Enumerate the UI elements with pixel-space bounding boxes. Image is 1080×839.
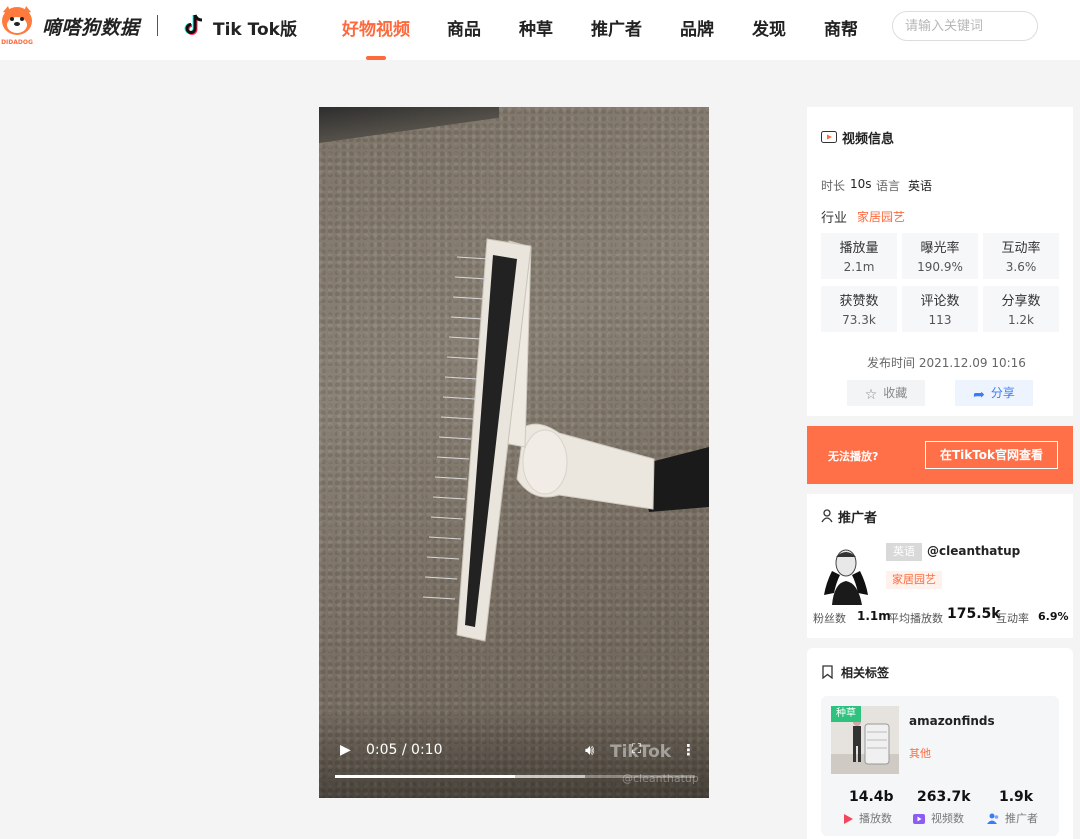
video-time: 0:05 / 0:10	[366, 742, 443, 758]
duration-value: 10s	[850, 177, 872, 191]
svg-text:DIDADOG: DIDADOG	[1, 39, 33, 46]
bookmark-icon	[822, 665, 833, 679]
video-info-title: 视频信息	[842, 132, 895, 147]
tag-promoter-label: 推广者	[1005, 812, 1038, 825]
tag-video-label-wrap: 视频数	[913, 810, 964, 826]
stat-likes: 获赞数 73.3k	[821, 286, 897, 332]
promoter-language-tag: 英语	[886, 543, 922, 561]
nav-brands[interactable]: 品牌	[680, 15, 714, 40]
video-frame-image	[422, 238, 709, 642]
stat-comments: 评论数 113	[902, 286, 978, 332]
volume-icon[interactable]: 🔊︎	[585, 741, 594, 759]
publish-time: 发布时间 2021.12.09 10:16	[867, 356, 1026, 370]
more-options-icon[interactable]: ⋮	[681, 741, 696, 759]
duration-label: 时长	[821, 179, 846, 193]
fans-value: 1.1m	[857, 609, 891, 623]
seeding-badge: 种草	[831, 706, 861, 722]
promoter-handle[interactable]: @cleanthatup	[927, 544, 1020, 558]
active-nav-indicator	[366, 56, 386, 60]
language-value: 英语	[908, 179, 933, 193]
platform-label[interactable]: Tik Tok版	[213, 15, 297, 40]
favorite-button[interactable]: ☆ 收藏	[847, 380, 925, 406]
play-count-icon	[844, 814, 853, 824]
language-label: 语言	[876, 179, 901, 193]
avg-play-label: 平均播放数	[888, 612, 943, 625]
stat-plays: 播放量 2.1m	[821, 233, 897, 279]
tag-promoter-count: 1.9k	[999, 789, 1034, 805]
fans-label: 粉丝数	[813, 612, 846, 625]
fullscreen-icon[interactable]: ⛶	[632, 742, 641, 757]
stat-engagement-rate: 互动率 3.6%	[983, 233, 1059, 279]
promoter-count-icon	[987, 813, 999, 824]
tag-play-label: 播放数	[859, 812, 892, 825]
nav-promoters[interactable]: 推广者	[591, 15, 642, 40]
progress-played[interactable]	[335, 775, 515, 778]
cannot-play-text: 无法播放?	[828, 450, 879, 463]
tag-name[interactable]: amazonfinds	[909, 714, 995, 728]
nav-business-help[interactable]: 商帮	[824, 15, 858, 40]
view-on-tiktok-button[interactable]: 在TikTok官网查看	[925, 441, 1058, 469]
brand-name[interactable]: 嘀嗒狗数据	[42, 13, 140, 40]
video-icon	[821, 131, 837, 143]
didadog-logo[interactable]: DIDADOG	[0, 4, 34, 46]
promoter-category-tag: 家居园艺	[886, 571, 942, 589]
stat-exposure-rate: 曝光率 190.9%	[902, 233, 978, 279]
video-count-icon	[913, 814, 925, 824]
tag-promoter-label-wrap: 推广者	[987, 810, 1038, 826]
industry-value[interactable]: 家居园艺	[857, 208, 905, 225]
share-button[interactable]: ➦ 分享	[955, 380, 1033, 406]
nav-good-videos[interactable]: 好物视频	[342, 15, 410, 40]
promoter-title: 推广者	[838, 511, 878, 526]
industry-label: 行业	[821, 211, 848, 226]
engagement-label: 互动率	[996, 612, 1029, 625]
engagement-value: 6.9%	[1038, 610, 1069, 623]
tag-play-count: 14.4b	[849, 789, 894, 805]
header-divider	[157, 15, 158, 36]
nav-discover[interactable]: 发现	[752, 15, 786, 40]
watermark-handle: @cleanthatup	[622, 772, 699, 785]
nav-products[interactable]: 商品	[447, 15, 481, 40]
stat-shares: 分享数 1.2k	[983, 286, 1059, 332]
person-icon	[821, 509, 833, 523]
nav-seeding[interactable]: 种草	[519, 15, 553, 40]
tag-type: 其他	[909, 747, 931, 760]
tag-video-label: 视频数	[931, 812, 964, 825]
tag-play-label-wrap: 播放数	[843, 810, 892, 826]
video-player[interactable]	[319, 107, 709, 798]
related-tags-title: 相关标签	[841, 666, 890, 680]
top-header: DIDADOG 嘀嗒狗数据 Tik Tok版 好物视频 商品 种草 推广者 品牌…	[0, 0, 1080, 60]
share-icon: ➦	[973, 387, 985, 403]
tiktok-icon	[184, 14, 203, 35]
star-icon: ☆	[864, 387, 878, 403]
avg-play-value: 175.5k	[947, 606, 1001, 622]
play-icon[interactable]: ▶	[340, 742, 351, 758]
promoter-avatar[interactable]	[818, 543, 872, 605]
search-input[interactable]	[892, 11, 1038, 41]
tag-video-count: 263.7k	[917, 789, 971, 805]
